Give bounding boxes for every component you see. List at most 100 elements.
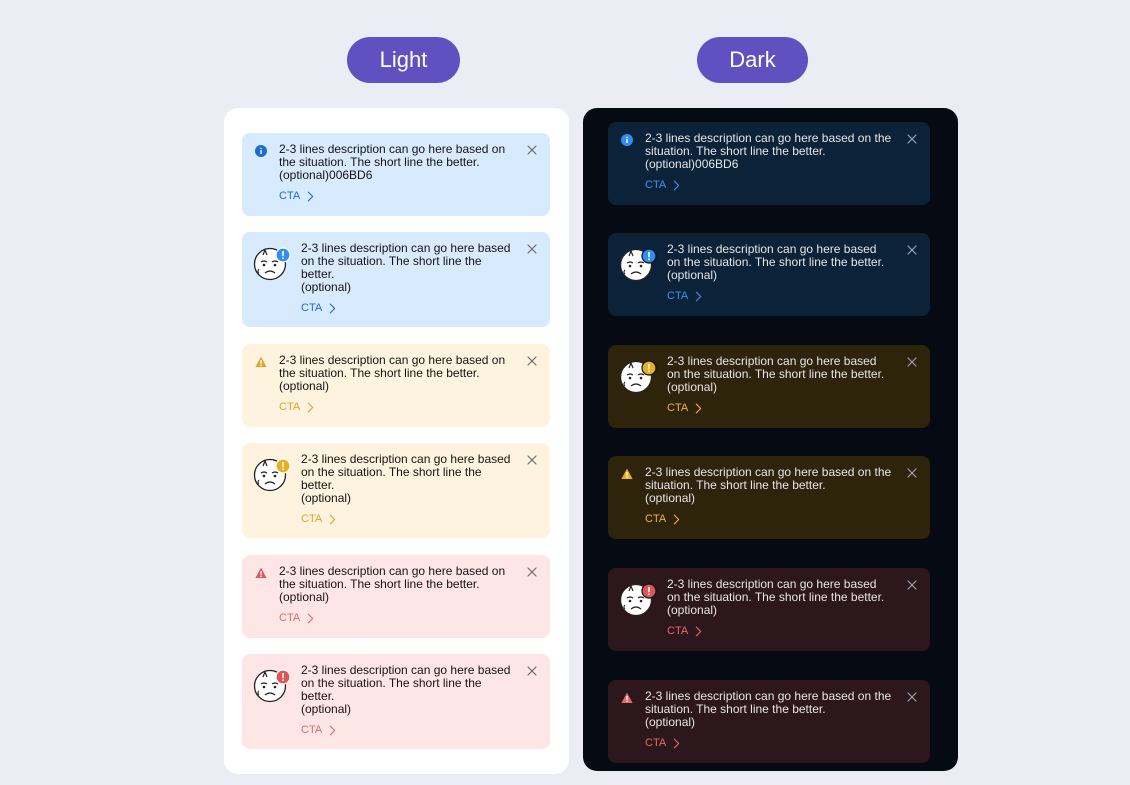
cta-link[interactable]: CTA (301, 513, 514, 526)
notification-body: 2-3 lines description can go here based … (279, 143, 514, 203)
cta-label: CTA (667, 402, 689, 414)
notification-body: 2-3 lines description can go here based … (301, 453, 514, 526)
dark-warning-notification-card: 2-3 lines description can go here based … (608, 456, 930, 539)
light-error-notification-card: 2-3 lines description can go here based … (242, 555, 550, 638)
light-info-notification-card: 2-3 lines description can go here based … (242, 133, 550, 216)
light-warning-notification-card: 2-3 lines description can go here based … (242, 443, 550, 538)
dark-error-notification-card: 2-3 lines description can go here based … (608, 680, 930, 763)
chevron-right-icon (673, 180, 680, 191)
chevron-right-icon (307, 402, 314, 413)
dark-theme-label: Dark (697, 37, 808, 83)
close-icon[interactable] (906, 356, 918, 368)
close-icon[interactable] (526, 566, 538, 578)
notification-body: 2-3 lines description can go here based … (645, 466, 894, 526)
close-icon[interactable] (906, 579, 918, 591)
cta-link[interactable]: CTA (279, 190, 514, 203)
cta-label: CTA (667, 290, 689, 302)
cta-label: CTA (301, 513, 323, 525)
notification-body: 2-3 lines description can go here based … (279, 354, 514, 414)
notification-body: 2-3 lines description can go here based … (667, 243, 894, 303)
close-icon[interactable] (906, 691, 918, 703)
notification-description: 2-3 lines description can go here based … (279, 353, 506, 393)
light-error-notification-card: 2-3 lines description can go here based … (242, 654, 550, 749)
cta-label: CTA (645, 737, 667, 749)
cta-label: CTA (279, 401, 301, 413)
cta-label: CTA (301, 302, 323, 314)
cta-link[interactable]: CTA (301, 302, 514, 315)
notification-description: 2-3 lines description can go here based … (645, 465, 892, 505)
cta-label: CTA (279, 612, 301, 624)
chevron-right-icon (695, 626, 702, 637)
cta-link[interactable]: CTA (301, 724, 514, 737)
light-info-notification-card: 2-3 lines description can go here based … (242, 232, 550, 327)
dark-warning-notification-card: 2-3 lines description can go here based … (608, 345, 930, 428)
notification-description: 2-3 lines description can go here based … (301, 241, 511, 294)
dark-error-notification-card: 2-3 lines description can go here based … (608, 568, 930, 651)
notification-description: 2-3 lines description can go here based … (645, 689, 892, 729)
notification-body: 2-3 lines description can go here based … (667, 578, 894, 638)
avatar-badge-error-icon (253, 665, 291, 706)
chevron-right-icon (329, 514, 336, 525)
error-icon (255, 567, 267, 579)
cta-link[interactable]: CTA (645, 737, 894, 750)
close-icon[interactable] (526, 665, 538, 677)
light-theme-label: Light (347, 37, 460, 83)
cta-label: CTA (279, 190, 301, 202)
notification-body: 2-3 lines description can go here based … (301, 664, 514, 737)
avatar-badge-error-icon (619, 579, 657, 620)
notification-description: 2-3 lines description can go here based … (301, 452, 511, 505)
notification-body: 2-3 lines description can go here based … (645, 690, 894, 750)
chevron-right-icon (307, 191, 314, 202)
notification-body: 2-3 lines description can go here based … (645, 132, 894, 192)
cta-link[interactable]: CTA (279, 401, 514, 414)
chevron-right-icon (329, 725, 336, 736)
cta-link[interactable]: CTA (645, 513, 894, 526)
dark-panel: 2-3 lines description can go here based … (583, 108, 958, 771)
chevron-right-icon (673, 738, 680, 749)
chevron-right-icon (695, 291, 702, 302)
info-icon (255, 145, 267, 157)
notification-body: 2-3 lines description can go here based … (667, 355, 894, 415)
light-warning-notification-card: 2-3 lines description can go here based … (242, 344, 550, 427)
notification-description: 2-3 lines description can go here based … (279, 142, 506, 182)
cta-link[interactable]: CTA (279, 612, 514, 625)
chevron-right-icon (329, 303, 336, 314)
avatar-badge-info-icon (619, 244, 657, 285)
avatar-badge-info-icon (253, 243, 291, 284)
notification-description: 2-3 lines description can go here based … (667, 354, 885, 394)
cta-link[interactable]: CTA (667, 625, 894, 638)
cta-label: CTA (667, 625, 689, 637)
cta-label: CTA (645, 179, 667, 191)
notification-body: 2-3 lines description can go here based … (279, 565, 514, 625)
cta-link[interactable]: CTA (667, 290, 894, 303)
chevron-right-icon (673, 514, 680, 525)
close-icon[interactable] (906, 244, 918, 256)
close-icon[interactable] (526, 144, 538, 156)
chevron-right-icon (695, 403, 702, 414)
dark-info-notification-card: 2-3 lines description can go here based … (608, 122, 930, 205)
close-icon[interactable] (526, 355, 538, 367)
cta-label: CTA (301, 724, 323, 736)
notification-description: 2-3 lines description can go here based … (667, 242, 885, 282)
notification-description: 2-3 lines description can go here based … (667, 577, 885, 617)
notification-description: 2-3 lines description can go here based … (645, 131, 892, 171)
close-icon[interactable] (906, 467, 918, 479)
dark-info-notification-card: 2-3 lines description can go here based … (608, 233, 930, 316)
warning-icon (621, 468, 633, 480)
info-icon (621, 134, 633, 146)
notification-description: 2-3 lines description can go here based … (301, 663, 511, 716)
close-icon[interactable] (526, 454, 538, 466)
close-icon[interactable] (906, 133, 918, 145)
notification-body: 2-3 lines description can go here based … (301, 242, 514, 315)
close-icon[interactable] (526, 243, 538, 255)
cta-label: CTA (645, 513, 667, 525)
warning-icon (255, 356, 267, 368)
notification-description: 2-3 lines description can go here based … (279, 564, 506, 604)
avatar-badge-warning-icon (253, 454, 291, 495)
error-icon (621, 692, 633, 704)
chevron-right-icon (307, 613, 314, 624)
avatar-badge-warning-icon (619, 356, 657, 397)
cta-link[interactable]: CTA (645, 179, 894, 192)
cta-link[interactable]: CTA (667, 402, 894, 415)
light-panel: 2-3 lines description can go here based … (224, 108, 569, 774)
